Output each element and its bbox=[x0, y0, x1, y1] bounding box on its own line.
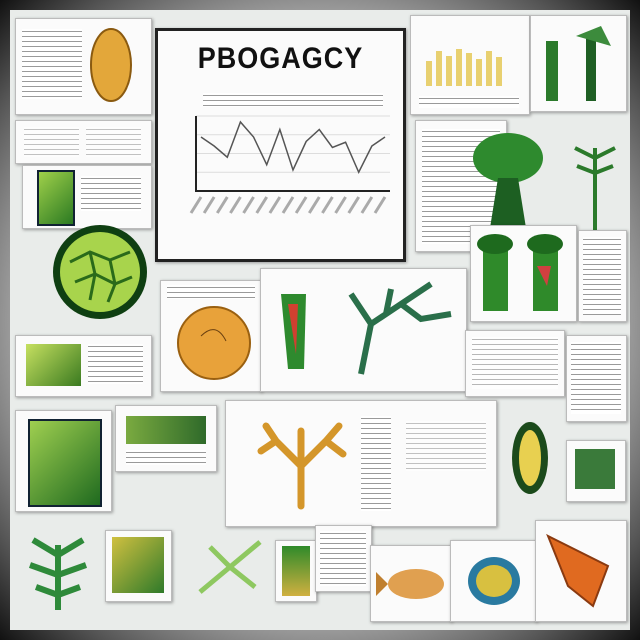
cell-image bbox=[37, 170, 75, 226]
green-square-image bbox=[575, 449, 615, 489]
panel-green-square bbox=[566, 440, 626, 502]
bar-chart-image bbox=[426, 49, 502, 86]
text-block bbox=[88, 344, 143, 384]
x-tick-label bbox=[255, 196, 268, 214]
panel-text bbox=[315, 525, 372, 592]
caption-text bbox=[126, 450, 206, 465]
text-block bbox=[81, 176, 141, 211]
fish-illustration bbox=[376, 569, 444, 599]
x-tick-label bbox=[229, 196, 242, 214]
tree-illustration bbox=[473, 133, 543, 228]
x-tick-label bbox=[347, 196, 360, 214]
orange-shape-illustration bbox=[546, 533, 610, 608]
x-tick-label bbox=[189, 196, 203, 214]
orange-cell-image bbox=[177, 306, 251, 380]
seed-image bbox=[90, 28, 132, 102]
panel-green-strip bbox=[115, 405, 217, 472]
panel-green-photo bbox=[15, 335, 152, 397]
panel-plant bbox=[275, 540, 317, 602]
corn-illustration bbox=[512, 422, 548, 494]
fern-illustration bbox=[28, 537, 88, 610]
x-tick-label bbox=[308, 196, 321, 214]
caption-text bbox=[419, 96, 519, 108]
golden-tree-illustration bbox=[257, 422, 347, 510]
stem-image bbox=[546, 26, 611, 101]
panel-green-cell bbox=[22, 165, 152, 229]
x-tick-label bbox=[268, 196, 282, 214]
x-tick-label bbox=[334, 196, 347, 214]
panel-orange-shape bbox=[535, 520, 627, 622]
panel-branches bbox=[260, 268, 467, 392]
text-block bbox=[571, 342, 621, 414]
branch-illustration bbox=[348, 281, 452, 375]
panel-stems bbox=[530, 15, 627, 112]
panel-fish bbox=[370, 545, 452, 622]
x-tick-label bbox=[202, 196, 216, 214]
main-chart-panel: PBOGAGCY bbox=[155, 28, 406, 262]
panel-leaf-small bbox=[105, 530, 172, 602]
text-block bbox=[22, 29, 82, 99]
strip-image bbox=[126, 416, 206, 444]
text-block bbox=[583, 237, 621, 315]
panel-seed bbox=[15, 18, 152, 115]
plant-image bbox=[282, 546, 310, 596]
caption-text bbox=[167, 285, 255, 299]
tube-illustration bbox=[281, 294, 306, 369]
panel-orange-cell bbox=[160, 280, 262, 392]
x-tick-label bbox=[373, 196, 387, 214]
panel-columns bbox=[470, 225, 577, 322]
green-photo bbox=[26, 344, 81, 386]
graph-image bbox=[406, 421, 486, 471]
panel-text bbox=[566, 335, 627, 422]
graph-image bbox=[472, 337, 558, 389]
series-line bbox=[200, 120, 386, 175]
blob-illustration bbox=[468, 557, 520, 605]
panel-blob bbox=[450, 540, 537, 622]
plant-illustration bbox=[574, 146, 616, 233]
panel-text bbox=[578, 230, 627, 322]
leaf-image bbox=[28, 419, 102, 507]
panel-bar-chart bbox=[410, 15, 530, 115]
line-chart bbox=[189, 115, 390, 214]
x-tick-label bbox=[216, 196, 229, 214]
column-illustration bbox=[477, 234, 563, 311]
x-tick-label bbox=[242, 196, 255, 214]
x-tick-label bbox=[281, 196, 295, 214]
sprig-illustration bbox=[198, 540, 262, 594]
cell-circle-image bbox=[53, 225, 147, 319]
panel-leaf bbox=[15, 410, 112, 512]
mini-chart bbox=[24, 127, 79, 157]
panel-graph bbox=[465, 330, 565, 397]
panel-golden-tree bbox=[225, 400, 497, 527]
text-block bbox=[320, 531, 366, 586]
x-tick-label bbox=[321, 196, 334, 214]
x-tick-label bbox=[294, 196, 308, 214]
x-tick-label bbox=[360, 196, 374, 214]
text-block bbox=[361, 416, 391, 511]
leaf-small-image bbox=[112, 537, 164, 593]
mini-chart bbox=[86, 127, 141, 157]
panel-mini-charts bbox=[15, 120, 152, 164]
